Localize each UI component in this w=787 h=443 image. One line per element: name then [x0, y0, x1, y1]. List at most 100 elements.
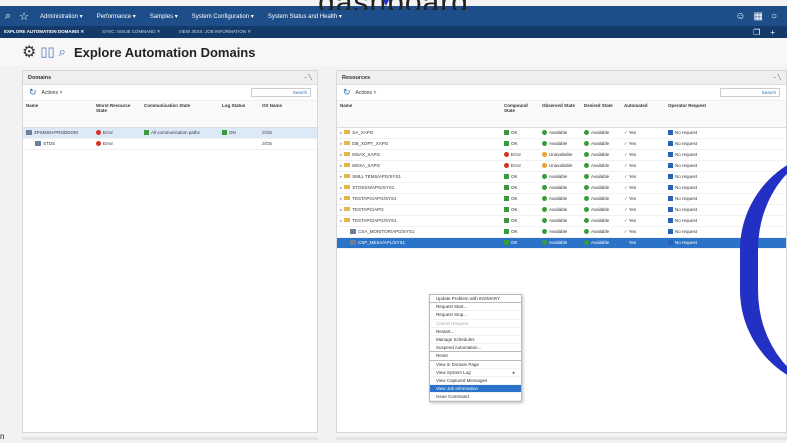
domains-table: Name Worst Resource State Communication …: [23, 101, 317, 150]
expand-icon[interactable]: ▸: [340, 141, 342, 146]
ok-icon: [222, 130, 227, 136]
expand-icon[interactable]: ▸: [340, 174, 342, 179]
context-menu-item[interactable]: View System Log: [430, 369, 521, 377]
check-icon: ✓: [624, 173, 628, 179]
folder-icon: [344, 196, 351, 201]
domains-scrollbar[interactable]: [22, 437, 318, 440]
col-worst-resource-state[interactable]: Worst Resource State: [93, 101, 141, 128]
table-row[interactable]: STDS Error z/OS: [23, 138, 317, 150]
col-communication-state[interactable]: Communication State: [141, 101, 219, 128]
context-menu-item[interactable]: Request Start...: [430, 303, 521, 312]
context-menu: Update Problem with INGMARY Request Start…: [429, 294, 522, 403]
request-icon: [668, 163, 673, 169]
table-row[interactable]: ▸ TESTAPG/APG/SYS1 OK Available Available ✓Ye…: [337, 215, 786, 227]
request-icon: [668, 174, 673, 180]
add-tab-icon[interactable]: +: [770, 28, 775, 37]
error-icon: [504, 163, 509, 169]
table-row[interactable]: ▸ DB_XOPT_XAPG OK Available Available ✓Yes No …: [337, 138, 786, 150]
search-icon[interactable]: ⌕: [0, 10, 16, 23]
tab-job-information[interactable]: VIEW JESS: JOB INFORMATION ✕: [178, 29, 251, 35]
context-menu-item[interactable]: Reset: [430, 352, 521, 361]
minimize-icon[interactable]: – ╲: [304, 75, 312, 81]
expand-icon[interactable]: ▸: [340, 163, 342, 168]
menu-administration[interactable]: Administration ▾: [40, 13, 83, 20]
expand-icon[interactable]: ▸: [340, 185, 342, 190]
context-menu-item[interactable]: Restart...: [430, 328, 521, 336]
table-row[interactable]: CSP_MESA/APL/SYS1 OK Available Available ✓Ye…: [337, 237, 786, 249]
context-menu-item[interactable]: View in Domain Page: [430, 361, 521, 369]
help-icon[interactable]: ○: [771, 11, 777, 22]
col-name[interactable]: Name: [337, 101, 501, 128]
context-menu-item[interactable]: Manage Schedules: [430, 336, 521, 345]
table-row[interactable]: ▸ MSXA_XAPG Error Unavailable Available ✓Yes N…: [337, 160, 786, 172]
table-row[interactable]: ▸ STOSSN/APG/SYS1 OK Available Available ✓Yes…: [337, 182, 786, 194]
resources-actions-menu[interactable]: Actions ˅: [356, 90, 377, 96]
request-icon: [668, 196, 673, 202]
tab-bar: EXPLORE AUTOMATION DOMAINS ✕ SYSC: ISSUE…: [0, 26, 787, 38]
domains-search-input[interactable]: Search: [251, 88, 311, 97]
table-row[interactable]: ▸ SMLL TEMS/APG/SYS1 OK Available Available ✓…: [337, 171, 786, 183]
expand-icon[interactable]: ▸: [340, 152, 342, 157]
request-icon: [668, 218, 673, 224]
domains-actions-menu[interactable]: Actions ˅: [42, 90, 63, 96]
user-icon[interactable]: ☺: [735, 11, 745, 22]
expand-icon[interactable]: ▸: [340, 196, 342, 201]
menu-performance[interactable]: Performance ▾: [97, 13, 136, 20]
resources-panel-header: Resources – ╲: [337, 71, 786, 85]
context-menu-item[interactable]: Issue Command: [430, 393, 521, 402]
col-compound-state[interactable]: Compound State: [501, 101, 539, 128]
check-icon: ✓: [624, 239, 628, 245]
expand-icon[interactable]: ▸: [340, 130, 342, 135]
expand-icon[interactable]: ▸: [340, 207, 342, 212]
table-row[interactable]: ZPSMSN-PRODDOM Error All communication p…: [23, 127, 317, 139]
context-menu-item[interactable]: View Job Information: [430, 385, 521, 394]
menu-system-configuration[interactable]: System Configuration ▾: [192, 13, 254, 20]
minimize-icon[interactable]: – ╲: [773, 75, 781, 81]
table-row[interactable]: CSA_MONITOR/APG/SYS1 OK Available Available…: [337, 226, 786, 238]
check-icon: ✓: [624, 217, 628, 223]
context-menu-item[interactable]: Update Problem with INGMARY: [430, 295, 521, 304]
table-row[interactable]: ▸ TESTAPG/APG/SYS1 OK Available Available ✓Ye…: [337, 193, 786, 205]
domains-icon: ▯▯: [40, 44, 55, 59]
main-menu: Administration ▾ Performance ▾ Samples ▾…: [40, 13, 342, 20]
ok-icon: [504, 185, 509, 191]
folder-icon: [344, 130, 351, 135]
copy-icon[interactable]: ❐: [753, 28, 760, 37]
tabbar-actions: ❐ +: [753, 28, 787, 37]
table-row[interactable]: ▸ TESTAPG/APG OK Available Available ✓Yes No r…: [337, 204, 786, 216]
menu-system-status[interactable]: System Status and Health ▾: [268, 13, 342, 20]
check-icon: ✓: [624, 184, 628, 190]
tab-explore-automation-domains[interactable]: EXPLORE AUTOMATION DOMAINS ✕: [4, 29, 84, 35]
available-icon: [584, 240, 589, 246]
col-observed-state[interactable]: Observed State: [539, 101, 581, 128]
col-automated[interactable]: Automated: [621, 101, 665, 128]
resource-icon: [350, 240, 356, 246]
star-icon[interactable]: ☆: [16, 10, 32, 23]
context-menu-item[interactable]: View Captured Messages: [430, 377, 521, 386]
context-menu-item[interactable]: Cancel Request: [430, 320, 521, 328]
resources-scrollbar[interactable]: [336, 437, 787, 440]
folder-icon: [344, 218, 351, 223]
resources-search-input[interactable]: Search: [720, 88, 780, 97]
context-menu-item[interactable]: Suspend Automation...: [430, 344, 521, 353]
expand-icon[interactable]: ▸: [340, 218, 342, 223]
col-name[interactable]: Name: [23, 101, 93, 128]
col-os-name[interactable]: OS Name: [259, 101, 317, 128]
available-icon: [542, 218, 547, 224]
table-row[interactable]: ▸ MSAX_XAPG Error Unavailable Available ✓Yes N…: [337, 149, 786, 161]
grid-icon[interactable]: ▦: [754, 11, 763, 22]
refresh-icon[interactable]: ↻: [343, 87, 351, 98]
context-menu-item[interactable]: Request Stop...: [430, 311, 521, 320]
available-icon: [584, 141, 589, 147]
table-row[interactable]: ▸ SA_XAPG OK Available Available ✓Yes No reque…: [337, 127, 786, 139]
request-icon: [668, 229, 673, 235]
col-operator-request[interactable]: Operator Request: [665, 101, 786, 128]
refresh-icon[interactable]: ↻: [29, 87, 37, 98]
menu-samples[interactable]: Samples ▾: [150, 13, 178, 20]
col-desired-state[interactable]: Desired State: [581, 101, 621, 128]
col-log-status[interactable]: Log Status: [219, 101, 259, 128]
cut-off-text: n: [0, 432, 5, 441]
error-icon: [504, 152, 509, 158]
resources-panel-title: Resources: [342, 75, 371, 81]
tab-issue-command[interactable]: SYSC: ISSUE COMMAND ✕: [102, 29, 160, 35]
